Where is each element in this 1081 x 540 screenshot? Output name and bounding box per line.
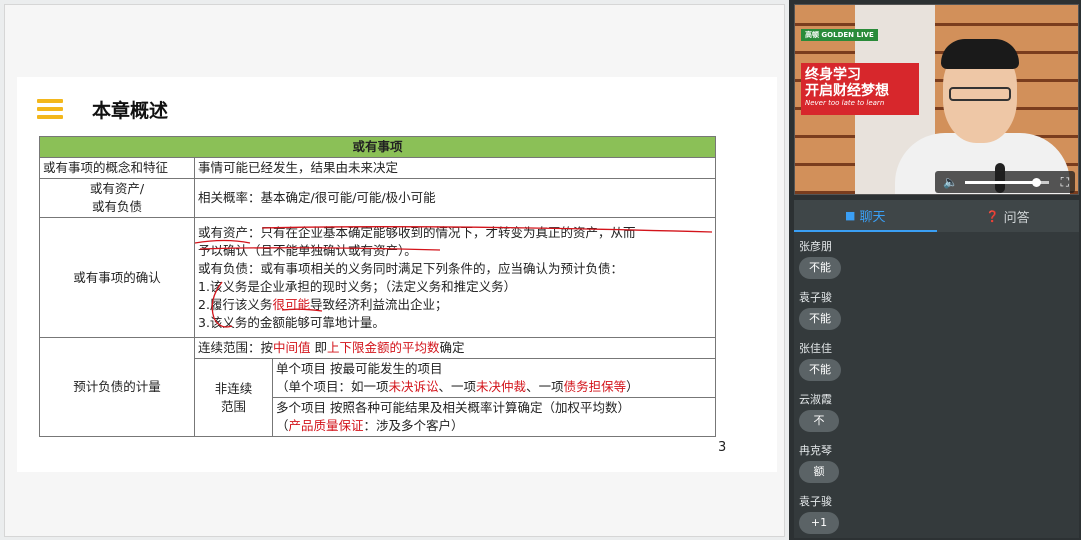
message-list: 张彦朋 不能 袁子骏 不能 张佳佳 不能 云淑霞 不 冉克琴 额 袁子骏 +1: [794, 236, 1079, 540]
sender-name: 袁子骏: [799, 291, 832, 304]
brand-logo: 高顿 GOLDEN LIVE: [801, 29, 878, 41]
question-icon: ❓: [985, 209, 1000, 223]
slogan-banner: 终身学习 开启财经梦想 Never too late to learn: [801, 63, 919, 115]
presenter-hair: [941, 39, 1019, 69]
panel-tabs: ■ 聊天 ❓ 问答: [794, 200, 1079, 232]
list-item: 张佳佳 不能: [794, 338, 1079, 389]
sender-name: 张彦朋: [799, 240, 832, 253]
volume-icon[interactable]: 🔈: [943, 175, 958, 189]
underline-stroke: [261, 226, 713, 233]
chat-panel: ■ 聊天 ❓ 问答 张彦朋 不能 袁子骏 不能 张佳佳 不能 云淑霞 不 冉克琴…: [794, 200, 1079, 538]
bracket-stroke: [211, 281, 233, 328]
message-bubble: 不: [799, 410, 839, 432]
slide-viewer: 本章概述 或有事项 或有事项的概念和特征 事情可能已经发生，结果由未来决定 或有…: [0, 0, 789, 540]
tab-qa[interactable]: ❓ 问答: [937, 200, 1080, 232]
list-item: 张彦朋 不能: [794, 236, 1079, 287]
volume-slider[interactable]: [965, 178, 1049, 187]
page-number: 3: [718, 440, 727, 455]
volume-knob[interactable]: [1032, 178, 1042, 187]
underline-stroke: [194, 239, 251, 244]
list-item: 袁子骏 不能: [794, 287, 1079, 338]
annotation-strokes: [194, 226, 713, 328]
sender-name: 冉克琴: [799, 444, 832, 457]
underline-stroke: [199, 247, 441, 251]
underline-stroke: [281, 308, 323, 312]
presenter-glasses: [949, 87, 1011, 101]
video-controls: 🔈 ⛶: [935, 171, 1075, 193]
message-bubble: 额: [799, 461, 839, 483]
chat-bubble-icon: ■: [845, 208, 856, 222]
sender-name: 袁子骏: [799, 495, 832, 508]
list-item: 云淑霞 不: [794, 389, 1079, 440]
sender-name: 云淑霞: [799, 393, 832, 406]
fullscreen-icon[interactable]: ⛶: [1061, 175, 1069, 190]
teacher-video[interactable]: 高顿 GOLDEN LIVE 终身学习 开启财经梦想 Never too lat…: [794, 4, 1079, 195]
message-bubble: 不能: [799, 308, 841, 330]
message-bubble: 不能: [799, 257, 841, 279]
tab-chat[interactable]: ■ 聊天: [794, 200, 937, 232]
message-bubble: +1: [799, 512, 839, 534]
list-item: 冉克琴 额: [794, 440, 1079, 491]
list-item: 袁子骏 +1: [794, 491, 1079, 540]
sender-name: 张佳佳: [799, 342, 832, 355]
message-bubble: 不能: [799, 359, 841, 381]
